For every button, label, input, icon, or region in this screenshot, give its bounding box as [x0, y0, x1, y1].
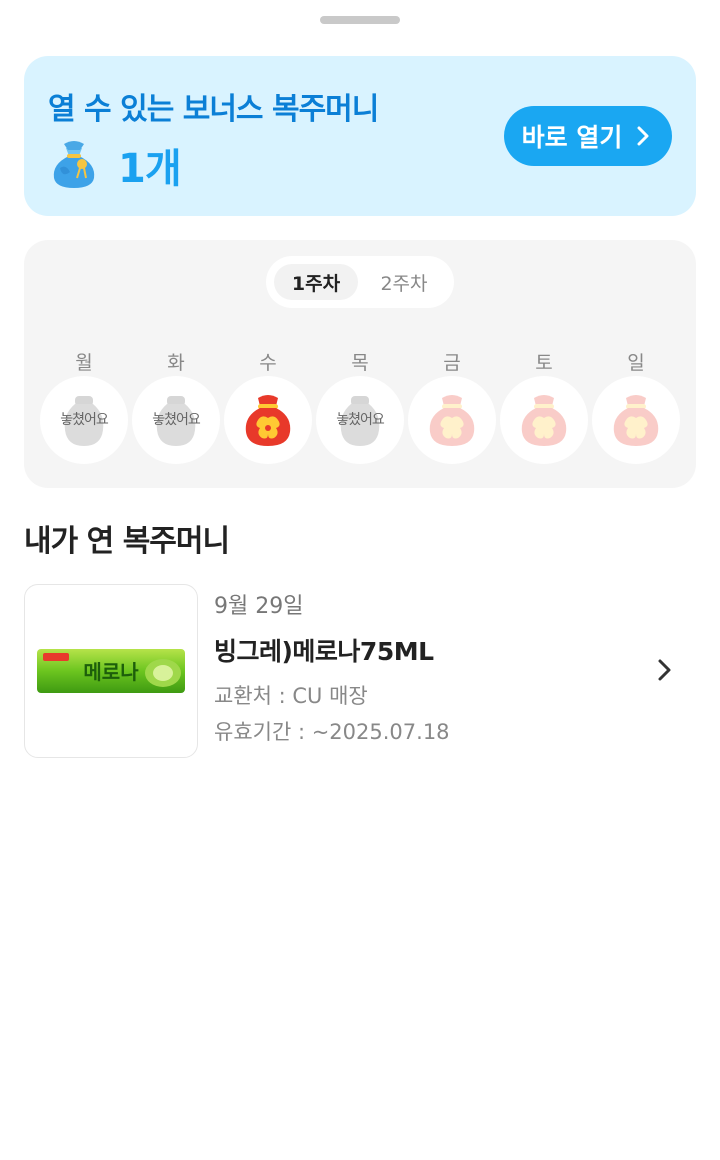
bonus-banner: 열 수 있는 보너스 복주머니 1개 바로 열기	[24, 56, 696, 216]
day-slot-tue: 놓쳤어요	[132, 376, 220, 464]
bonus-count: 1개	[118, 146, 182, 192]
day-slot-thu: 놓쳤어요	[316, 376, 404, 464]
day-label-sat: 토	[535, 352, 553, 374]
day-slot-sat	[500, 376, 588, 464]
day-label-tue: 화	[167, 352, 185, 374]
item-expiry: 유효기간 : ~2025.07.18	[214, 720, 450, 744]
item-date: 9월 29일	[214, 594, 304, 619]
tab-week-2[interactable]: 2주차	[362, 264, 446, 300]
lucky-pouch-icon	[245, 395, 291, 446]
money-bag-icon	[53, 141, 95, 188]
day-slot-fri	[408, 376, 496, 464]
day-slot-wed[interactable]	[224, 376, 312, 464]
lucky-pouch-icon	[613, 395, 659, 446]
week-toggle: 1주차 2주차	[266, 256, 454, 308]
bonus-title: 열 수 있는 보너스 복주머니	[48, 92, 379, 127]
missed-label: 놓쳤어요	[336, 412, 385, 428]
day-label-sun: 일	[627, 352, 645, 374]
day-slot-mon: 놓쳤어요	[40, 376, 128, 464]
opened-section-title: 내가 연 복주머니	[24, 524, 230, 559]
drag-handle[interactable]	[320, 16, 400, 24]
day-label-mon: 월	[75, 352, 93, 374]
missed-label: 놓쳤어요	[152, 412, 201, 428]
missed-label: 놓쳤어요	[60, 412, 109, 428]
product-image: 메로나	[37, 649, 185, 693]
lucky-pouch-icon	[521, 395, 567, 446]
day-label-thu: 목	[351, 352, 369, 374]
list-item[interactable]: 메로나 9월 29일 빙그레)메로나75ML 교환처 : CU 매장 유효기간 …	[24, 584, 696, 758]
tab-week-1[interactable]: 1주차	[274, 264, 358, 300]
chevron-right-icon	[658, 659, 671, 681]
item-store: 교환처 : CU 매장	[214, 684, 368, 708]
lucky-pouch-icon	[429, 395, 475, 446]
item-name: 빙그레)메로나75ML	[214, 637, 434, 666]
day-label-wed: 수	[259, 352, 277, 374]
day-slot-sun	[592, 376, 680, 464]
weekly-attendance-panel: 1주차 2주차 월 화 수 목 금 토 일 놓쳤어요 놓쳤어요 놓쳤어요	[24, 240, 696, 488]
open-now-button[interactable]: 바로 열기	[504, 106, 672, 166]
day-label-fri: 금	[443, 352, 461, 374]
product-brand-text: 메로나	[83, 660, 139, 684]
product-thumbnail: 메로나	[24, 584, 198, 758]
chevron-right-icon	[637, 126, 649, 146]
open-now-label: 바로 열기	[521, 123, 623, 152]
